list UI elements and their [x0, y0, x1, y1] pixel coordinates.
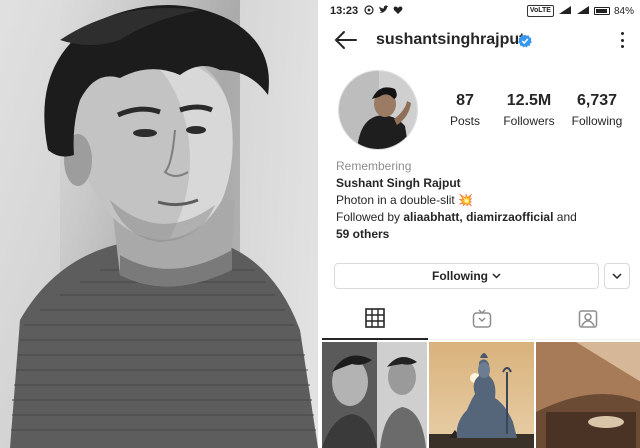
profile-bio: Remembering Sushant Singh Rajput Photon …: [336, 158, 632, 243]
chevron-down-icon: [612, 267, 622, 285]
battery-level: 84%: [613, 5, 634, 17]
signal-icon-2: [576, 5, 590, 18]
whatsapp-icon: [364, 4, 374, 18]
followed-by-user-link[interactable]: aliaabhatt: [403, 210, 459, 224]
suggested-accounts-button[interactable]: [604, 263, 630, 289]
tab-tagged[interactable]: [535, 302, 640, 340]
heart-icon: [393, 5, 403, 18]
twitter-icon: [378, 5, 389, 18]
portrait-photo: [0, 0, 318, 448]
followed-by-connector: and: [556, 210, 577, 224]
followers-label: Followers: [503, 114, 555, 128]
tab-grid[interactable]: [322, 302, 428, 340]
bio-tagline: Photon in a double-slit 💥: [336, 192, 632, 209]
post-thumbnail[interactable]: [536, 342, 640, 448]
following-count: 6,737: [576, 92, 618, 109]
more-options-icon[interactable]: [616, 30, 628, 50]
grid-icon: [365, 307, 385, 333]
tab-igtv[interactable]: [429, 302, 535, 340]
followed-by-others-link[interactable]: 59 others: [336, 227, 389, 241]
status-bar: 13:23 VoLTE 84%: [322, 0, 640, 22]
shiva-statue-art: [456, 353, 517, 438]
following-stat[interactable]: 6,737 Following: [562, 92, 632, 128]
igtv-icon: [472, 308, 492, 334]
followed-by-line: Followed by aliaabhatt, diamirzaofficial…: [336, 210, 577, 224]
followers-count: 12.5M: [506, 92, 552, 109]
chevron-down-icon: [492, 271, 501, 282]
volte-badge: VoLTE: [526, 5, 554, 17]
following-button-label: Following: [432, 269, 488, 283]
posts-label: Posts: [449, 114, 480, 128]
back-arrow-icon[interactable]: [334, 30, 358, 50]
followed-by-user-link[interactable]: diamirzaofficial: [466, 210, 553, 224]
followed-by-prefix: Followed by: [336, 210, 401, 224]
profile-tabs: [322, 302, 640, 340]
profile-header: sushantsinghrajput: [322, 22, 640, 58]
signal-icon: [558, 5, 572, 18]
memorial-label: Remembering: [336, 159, 412, 173]
post-thumbnail[interactable]: [322, 342, 427, 448]
following-button[interactable]: Following: [334, 263, 599, 289]
collision-emoji-icon: 💥: [458, 193, 474, 207]
profile-username: sushantsinghrajput: [376, 31, 525, 48]
bio-tagline-text: Photon in a double-slit: [336, 193, 455, 207]
battery-icon: [593, 7, 610, 15]
status-time: 13:23: [330, 5, 359, 17]
posts-stat[interactable]: 87 Posts: [430, 92, 500, 128]
full-name: Sushant Singh Rajput: [336, 176, 461, 190]
profile-avatar[interactable]: [338, 70, 418, 150]
following-label: Following: [571, 114, 623, 128]
posts-count: 87: [456, 92, 474, 109]
tagged-icon: [578, 309, 598, 334]
followers-stat[interactable]: 12.5M Followers: [494, 92, 564, 128]
verified-badge-icon: [518, 34, 532, 48]
